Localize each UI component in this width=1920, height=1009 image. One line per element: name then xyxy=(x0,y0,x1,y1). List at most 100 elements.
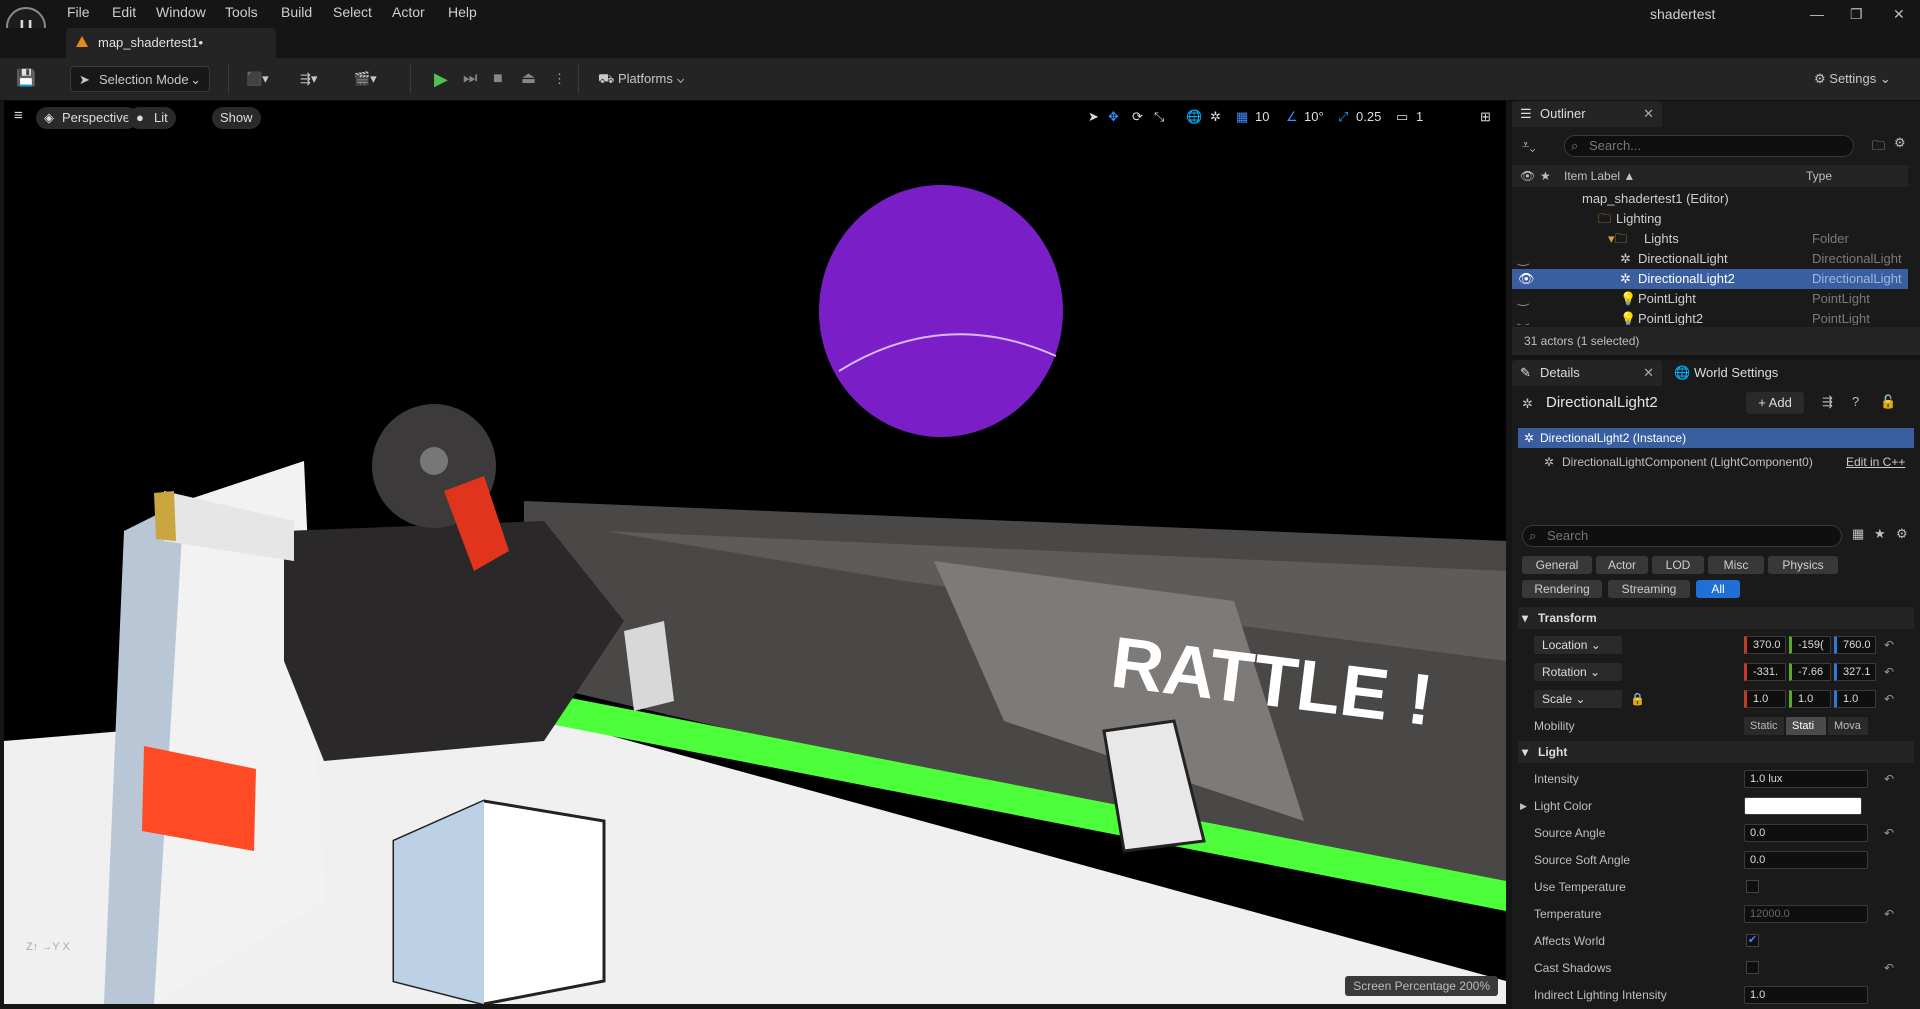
grid-snap-value[interactable]: 10 xyxy=(1255,109,1269,124)
source-angle-input[interactable]: 0.0 xyxy=(1744,824,1868,842)
col-item-label[interactable]: Item Label ▲ xyxy=(1564,165,1635,187)
add-folder-icon[interactable]: 🗀 xyxy=(1872,137,1885,159)
details-tab[interactable]: ✎ Details ✕ xyxy=(1512,360,1662,386)
rotation-z[interactable]: 327.1 xyxy=(1834,663,1876,681)
perspective-button[interactable]: ◈ Perspective xyxy=(36,107,138,129)
outliner-row-selected[interactable]: 👁 ✲ DirectionalLight2 DirectionalLight xyxy=(1512,269,1908,289)
intensity-input[interactable]: 1.0 lux xyxy=(1744,770,1868,788)
mobility-static[interactable]: Static xyxy=(1744,717,1784,735)
blueprint-icon[interactable]: ⇶▾ xyxy=(300,66,317,92)
level-viewport[interactable]: RATTLE ! ≡ ◈ Perspective ● Lit Show ➤ ✥ ⟳ … xyxy=(4,101,1506,1004)
rotation-x[interactable]: -331. xyxy=(1744,663,1786,681)
gear-icon[interactable]: ⚙ xyxy=(1894,135,1906,151)
category-actor[interactable]: Actor xyxy=(1596,556,1648,574)
settings-button[interactable]: ⚙ Settings ⌄ xyxy=(1814,66,1891,92)
world-local-icon[interactable]: 🌐 xyxy=(1186,109,1202,125)
transform-section[interactable]: ▾ Transform xyxy=(1518,607,1914,629)
location-dropdown[interactable]: Location ⌄ xyxy=(1534,636,1622,654)
grid-snap-icon[interactable]: ▦ xyxy=(1236,109,1248,125)
light-color-swatch[interactable] xyxy=(1744,797,1862,815)
menu-select[interactable]: Select xyxy=(333,4,372,20)
lock-ratio-icon[interactable]: 🔒 xyxy=(1630,688,1645,710)
menu-window[interactable]: Window xyxy=(156,4,206,20)
details-search-input[interactable]: ⌕ Search xyxy=(1522,525,1842,547)
menu-build[interactable]: Build xyxy=(281,4,312,20)
reset-icon[interactable]: ↶ xyxy=(1884,768,1894,790)
translate-tool-icon[interactable]: ✥ xyxy=(1108,109,1119,125)
more-options-icon[interactable]: ⋮ xyxy=(553,66,566,92)
select-tool-icon[interactable]: ➤ xyxy=(1088,109,1099,125)
layout-icon[interactable]: ⊞ xyxy=(1480,109,1491,125)
scale-snap-value[interactable]: 0.25 xyxy=(1356,109,1381,124)
outliner-row[interactable]: 🗀 Lighting xyxy=(1512,209,1908,229)
help-icon[interactable]: ? xyxy=(1852,394,1859,409)
outliner-row[interactable]: ‿ 💡 PointLight2 PointLight xyxy=(1512,309,1908,325)
cinematics-icon[interactable]: 🎬▾ xyxy=(354,66,377,92)
add-component-button[interactable]: + Add xyxy=(1746,392,1804,414)
reset-icon[interactable]: ↶ xyxy=(1884,903,1894,925)
menu-help[interactable]: Help xyxy=(448,4,477,20)
category-misc[interactable]: Misc xyxy=(1708,556,1764,574)
restore-icon[interactable]: ❐ xyxy=(1850,6,1863,23)
hidden-eye-icon[interactable]: ‿ xyxy=(1518,249,1528,269)
scale-z[interactable]: 1.0 xyxy=(1834,690,1876,708)
scale-snap-icon[interactable]: ⤢ xyxy=(1338,109,1348,125)
source-soft-angle-input[interactable]: 0.0 xyxy=(1744,851,1868,869)
world-settings-tab[interactable]: 🌐 World Settings xyxy=(1666,360,1816,386)
scale-dropdown[interactable]: Scale ⌄ xyxy=(1534,690,1622,708)
outliner-search-input[interactable]: ⌕ Search... xyxy=(1564,135,1854,157)
outliner-row[interactable]: ‿ 💡 PointLight PointLight xyxy=(1512,289,1908,309)
camera-speed-icon[interactable]: ▭ xyxy=(1396,109,1408,125)
show-button[interactable]: Show xyxy=(212,107,261,129)
menu-tools[interactable]: Tools xyxy=(225,4,258,20)
table-view-icon[interactable]: ▦ xyxy=(1852,526,1864,542)
temperature-input[interactable]: 12000.0 xyxy=(1744,905,1868,923)
category-streaming[interactable]: Streaming xyxy=(1608,580,1690,598)
reset-icon[interactable]: ↶ xyxy=(1884,661,1894,683)
outliner-row[interactable]: ▾🗀 Lights Folder xyxy=(1512,229,1908,249)
outliner-tab[interactable]: ☰ Outliner ✕ xyxy=(1512,101,1662,127)
close-window-icon[interactable]: ✕ xyxy=(1893,6,1905,23)
menu-edit[interactable]: Edit xyxy=(112,4,136,20)
mobility-movable[interactable]: Mova xyxy=(1828,717,1868,735)
category-general[interactable]: General xyxy=(1522,556,1592,574)
scale-x[interactable]: 1.0 xyxy=(1744,690,1786,708)
col-type[interactable]: Type xyxy=(1806,165,1832,187)
step-icon[interactable]: ⏭ xyxy=(463,66,477,92)
eject-icon[interactable]: ⏏ xyxy=(521,66,536,92)
rotation-y[interactable]: -7.66 xyxy=(1789,663,1831,681)
menu-file[interactable]: File xyxy=(67,4,90,20)
location-x[interactable]: 370.0 xyxy=(1744,636,1786,654)
location-y[interactable]: -159( xyxy=(1789,636,1831,654)
reset-icon[interactable]: ↶ xyxy=(1884,957,1894,979)
reset-icon[interactable]: ↶ xyxy=(1884,688,1894,710)
stop-icon[interactable]: ■ xyxy=(493,66,503,92)
menu-actor[interactable]: Actor xyxy=(392,4,425,20)
edit-in-cpp-link[interactable]: Edit in C++ xyxy=(1846,452,1905,472)
light-section[interactable]: ▾ Light xyxy=(1518,741,1914,763)
outliner-row[interactable]: map_shadertest1 (Editor) xyxy=(1512,189,1908,209)
camera-speed-value[interactable]: 1 xyxy=(1416,109,1423,124)
view-mode-button[interactable]: ● Lit xyxy=(128,107,176,129)
scale-tool-icon[interactable]: ⤡ xyxy=(1154,109,1164,125)
component-row[interactable]: ✲ DirectionalLightComponent (LightCompon… xyxy=(1518,452,1914,472)
gear-icon[interactable]: ⚙ xyxy=(1896,526,1908,542)
visibility-icon[interactable]: 👁 xyxy=(1518,269,1535,289)
hidden-eye-icon[interactable]: ‿ xyxy=(1518,309,1528,325)
close-icon[interactable]: ✕ xyxy=(1643,360,1654,386)
category-all[interactable]: All xyxy=(1696,580,1740,598)
rotation-dropdown[interactable]: Rotation ⌄ xyxy=(1534,663,1622,681)
surface-snap-icon[interactable]: ✲ xyxy=(1210,109,1221,125)
document-tab[interactable]: map_shadertest1• xyxy=(66,28,276,58)
reset-icon[interactable]: ↶ xyxy=(1884,634,1894,656)
add-content-icon[interactable]: ⬛▾ xyxy=(246,66,269,92)
play-icon[interactable]: ▶ xyxy=(434,66,448,92)
selection-mode-dropdown[interactable]: ➤ Selection Mode ⌄ xyxy=(70,66,210,92)
category-rendering[interactable]: Rendering xyxy=(1522,580,1602,598)
location-z[interactable]: 760.0 xyxy=(1834,636,1876,654)
category-physics[interactable]: Physics xyxy=(1768,556,1838,574)
affects-world-checkbox[interactable]: ✔ xyxy=(1746,934,1759,947)
indirect-lighting-input[interactable]: 1.0 xyxy=(1744,986,1868,1004)
instance-row[interactable]: ✲ DirectionalLight2 (Instance) xyxy=(1518,428,1914,448)
actor-name[interactable]: DirectionalLight2 xyxy=(1546,394,1658,411)
